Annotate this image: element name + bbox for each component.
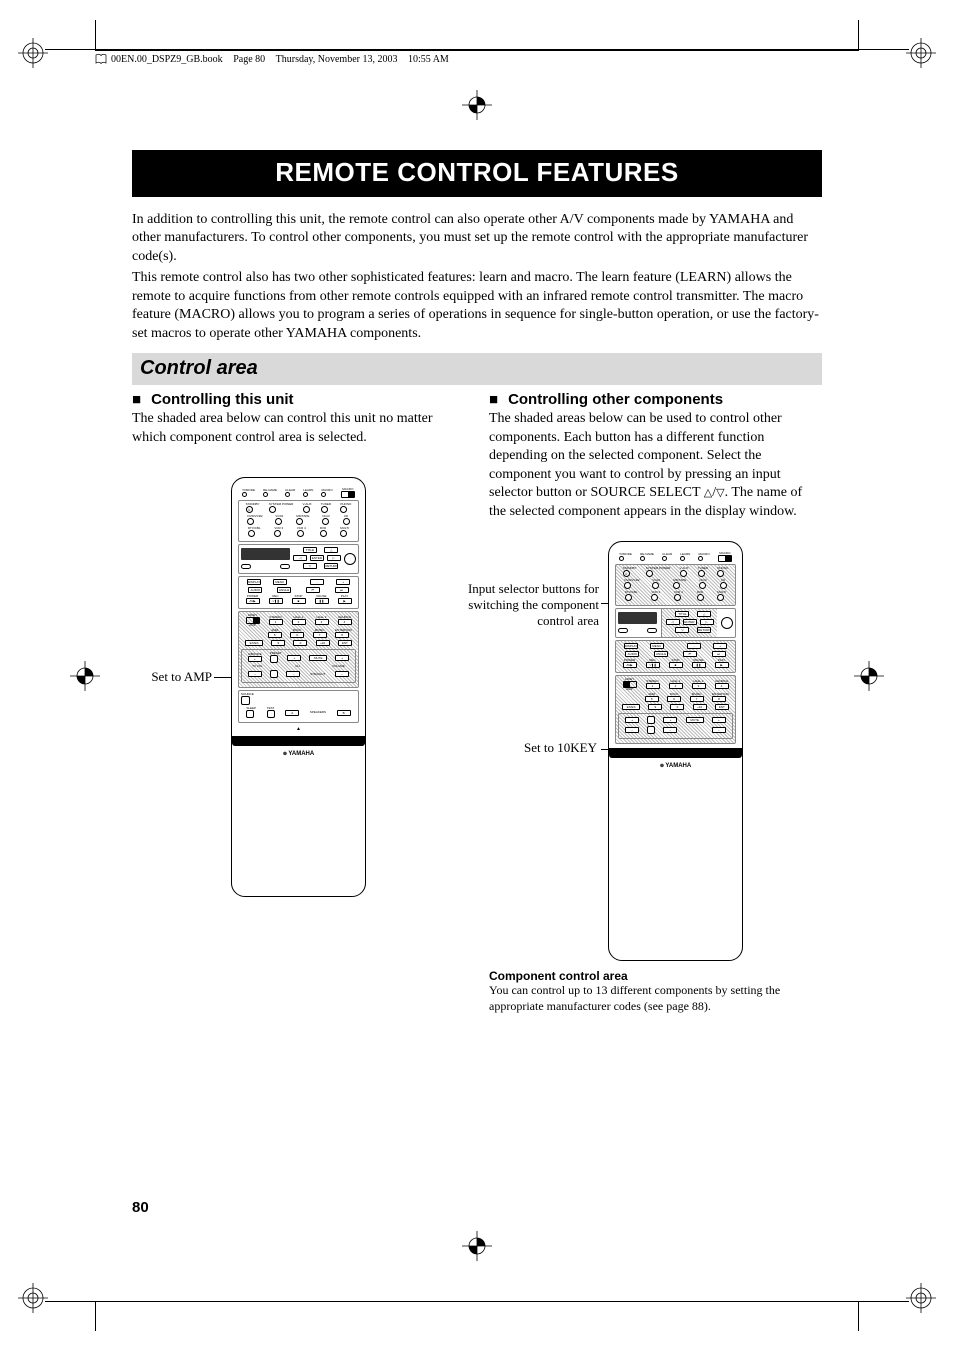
crop-line [95,1301,96,1331]
caption-text: You can control up to 13 different compo… [489,983,822,1014]
page-number: 80 [132,1199,149,1216]
crosshair-icon [854,661,884,691]
header-date: Thursday, November 13, 2003 [276,54,398,65]
right-body: The shaded areas below can be used to co… [489,410,822,521]
left-diagram: Set to AMP TVMODE RE-NAME CLEAR LEARN MA… [132,477,465,897]
crop-line [858,20,859,50]
up-triangle-icon: △ [704,486,712,501]
intro-p2: This remote control also has two other s… [132,269,822,343]
intro-text: In addition to controlling this unit, th… [132,211,822,343]
section-heading: Control area [132,353,822,385]
left-column: Controlling this unit The shaded area be… [132,391,465,1014]
left-subhead: Controlling this unit [132,391,465,408]
registration-mark-icon [906,1283,936,1313]
yamaha-logo: YAMAHA [238,751,359,757]
crop-line [45,1301,909,1302]
callout-set-to-amp: Set to AMP [102,669,212,685]
header-page: Page 80 [233,54,265,65]
right-column: Controlling other components The shaded … [489,391,822,1014]
registration-mark-icon [18,1283,48,1313]
header-time: 10:55 AM [408,54,449,65]
right-diagram: Input selector buttons for switching the… [489,541,822,961]
book-icon [95,53,107,65]
caption-heading: Component control area [489,969,822,983]
page-title: REMOTE CONTROL FEATURES [132,150,822,197]
callout-set-to-10key: Set to 10KEY [477,740,597,756]
crosshair-icon [462,1231,492,1261]
registration-mark-icon [18,38,48,68]
document-header: 00EN.00_DSPZ9_GB.book Page 80 Thursday, … [95,50,859,65]
crosshair-icon [462,90,492,120]
right-subhead: Controlling other components [489,391,822,408]
remote-control-diagram-right: TVMODE RE-NAME CLEAR LEARN MACRO MACRO S… [608,541,743,961]
remote-control-diagram-left: TVMODE RE-NAME CLEAR LEARN MACRO MACRO S… [231,477,366,897]
callout-input-selector: Input selector buttons for switching the… [449,581,599,629]
yamaha-logo: YAMAHA [615,763,736,769]
crosshair-icon [70,661,100,691]
down-triangle-icon: ▽ [716,486,724,501]
crop-line [858,1301,859,1331]
intro-p1: In addition to controlling this unit, th… [132,211,822,266]
header-filename: 00EN.00_DSPZ9_GB.book [111,54,223,65]
left-body: The shaded area below can control this u… [132,410,465,447]
crop-line [95,20,96,50]
registration-mark-icon [906,38,936,68]
